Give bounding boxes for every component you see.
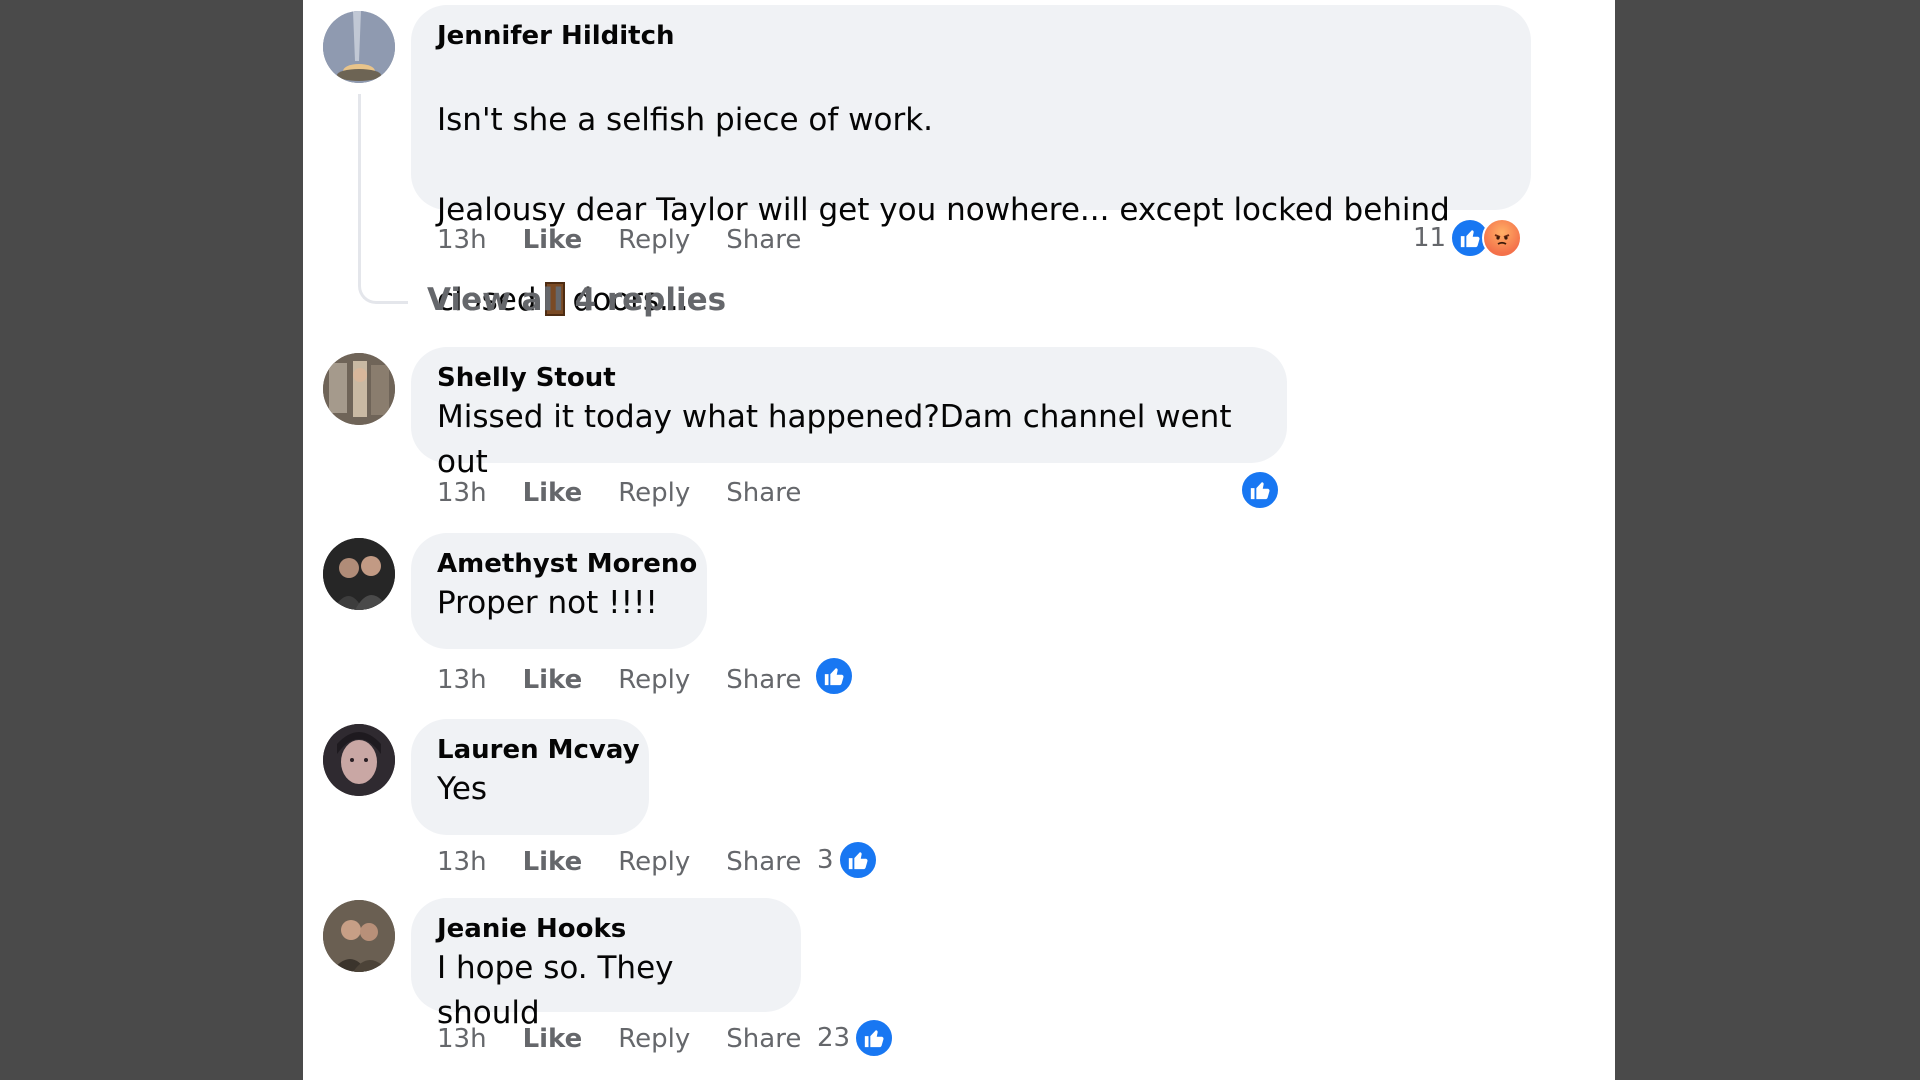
comment-text: Yes bbox=[437, 771, 488, 807]
like-button[interactable]: Like bbox=[523, 225, 583, 255]
avatar[interactable] bbox=[323, 11, 395, 83]
comment-time[interactable]: 13h bbox=[437, 1024, 487, 1054]
view-replies-link[interactable]: View all 4 replies bbox=[427, 282, 726, 318]
comment-actions: 13h Like Reply Share bbox=[437, 220, 837, 260]
comments-panel: Jennifer Hilditch Isn't she a selfish pi… bbox=[303, 0, 1615, 1080]
reply-button[interactable]: Reply bbox=[618, 478, 690, 508]
reaction-count: 3 bbox=[817, 845, 834, 875]
comment-actions: 13h Like Reply Share bbox=[437, 473, 837, 513]
reaction-summary[interactable]: 11 bbox=[1413, 218, 1523, 258]
reaction-count: 11 bbox=[1413, 223, 1447, 253]
avatar-image bbox=[323, 538, 395, 610]
avatar[interactable] bbox=[323, 724, 395, 796]
share-button[interactable]: Share bbox=[726, 225, 801, 255]
reply-button[interactable]: Reply bbox=[618, 847, 690, 877]
like-button[interactable]: Like bbox=[523, 1024, 583, 1054]
reaction-summary[interactable]: 23 bbox=[817, 1018, 895, 1058]
like-icon bbox=[1240, 470, 1280, 510]
like-icon bbox=[854, 1018, 895, 1058]
reaction-summary[interactable] bbox=[1240, 470, 1280, 510]
thread-line bbox=[358, 94, 408, 304]
comment-text: Missed it today what happened?Dam channe… bbox=[437, 399, 1232, 480]
comment-time[interactable]: 13h bbox=[437, 665, 487, 695]
comment-author[interactable]: Amethyst Moreno bbox=[437, 547, 697, 581]
comment-time[interactable]: 13h bbox=[437, 478, 487, 508]
comment-actions: 13h Like Reply Share bbox=[437, 660, 837, 700]
comment-time[interactable]: 13h bbox=[437, 225, 487, 255]
comment-author[interactable]: Jeanie Hooks bbox=[437, 912, 775, 946]
like-icon bbox=[837, 840, 878, 880]
comment-author[interactable]: Lauren Mcvay bbox=[437, 733, 640, 767]
comment-author[interactable]: Shelly Stout bbox=[437, 361, 1261, 395]
reaction-count: 23 bbox=[817, 1023, 851, 1053]
share-button[interactable]: Share bbox=[726, 478, 801, 508]
comment-text-line: Isn't she a selfish piece of work. bbox=[437, 102, 933, 138]
reply-button[interactable]: Reply bbox=[618, 665, 690, 695]
reply-button[interactable]: Reply bbox=[618, 225, 690, 255]
angry-icon bbox=[1482, 218, 1523, 258]
like-button[interactable]: Like bbox=[523, 665, 583, 695]
comment-actions: 13h Like Reply Share bbox=[437, 842, 837, 882]
comment-text: Isn't she a selfish piece of work. Jealo… bbox=[437, 53, 1505, 368]
comment-bubble: Jeanie Hooks I hope so. They should bbox=[411, 898, 801, 1031]
comment-bubble: Jennifer Hilditch Isn't she a selfish pi… bbox=[411, 5, 1531, 318]
reaction-summary[interactable]: 3 bbox=[817, 840, 878, 880]
share-button[interactable]: Share bbox=[726, 1024, 801, 1054]
avatar-image bbox=[323, 11, 395, 83]
comment-bubble: Shelly Stout Missed it today what happen… bbox=[411, 347, 1287, 480]
like-button[interactable]: Like bbox=[523, 847, 583, 877]
avatar-image bbox=[323, 353, 395, 425]
like-icon bbox=[814, 656, 854, 696]
comment-time[interactable]: 13h bbox=[437, 847, 487, 877]
avatar[interactable] bbox=[323, 538, 395, 610]
comment-text: Proper not !!!! bbox=[437, 585, 658, 621]
comment-actions: 13h Like Reply Share bbox=[437, 1019, 837, 1059]
avatar-image bbox=[323, 900, 395, 972]
reply-button[interactable]: Reply bbox=[618, 1024, 690, 1054]
comment-bubble: Lauren Mcvay Yes bbox=[411, 719, 649, 835]
reaction-summary[interactable] bbox=[814, 656, 854, 696]
share-button[interactable]: Share bbox=[726, 847, 801, 877]
share-button[interactable]: Share bbox=[726, 665, 801, 695]
comment-author[interactable]: Jennifer Hilditch bbox=[437, 19, 1505, 53]
like-button[interactable]: Like bbox=[523, 478, 583, 508]
avatar-image bbox=[323, 724, 395, 796]
avatar[interactable] bbox=[323, 353, 395, 425]
comment-bubble: Amethyst Moreno Proper not !!!! bbox=[411, 533, 707, 649]
avatar[interactable] bbox=[323, 900, 395, 972]
